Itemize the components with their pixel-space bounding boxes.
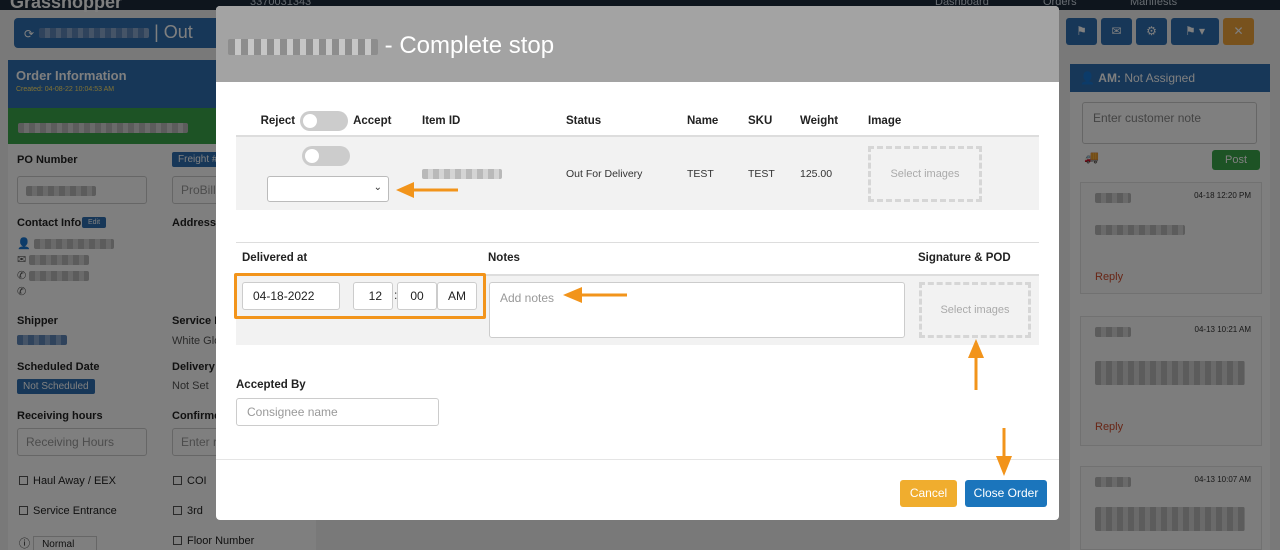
modal-footer-divider bbox=[216, 459, 1059, 460]
accept-cell: ⌄ bbox=[236, 136, 416, 210]
reject-label: Reject bbox=[260, 114, 296, 127]
reject-reason-select[interactable]: ⌄ bbox=[267, 175, 389, 202]
consignee-name-input[interactable]: Consignee name bbox=[236, 398, 439, 426]
notes-header: Notes bbox=[482, 242, 912, 276]
accept-label: Accept bbox=[353, 114, 392, 127]
close-order-button[interactable]: Close Order bbox=[965, 480, 1047, 507]
sku-header: SKU bbox=[742, 106, 794, 137]
reject-accept-header: Reject Accept bbox=[236, 106, 416, 137]
item-image-dropzone[interactable]: Select images bbox=[868, 145, 982, 202]
modal-header: - Complete stop bbox=[216, 6, 1059, 82]
delivered-date-field[interactable]: 04-18-2022 bbox=[242, 282, 340, 310]
item-accept-toggle[interactable] bbox=[302, 145, 350, 166]
hour-field[interactable]: 12 bbox=[353, 282, 393, 310]
ampm-field[interactable]: AM bbox=[437, 282, 477, 310]
status-cell: Out For Delivery bbox=[566, 167, 643, 180]
status-header: Status bbox=[560, 106, 681, 137]
image-header: Image bbox=[862, 106, 1039, 137]
cancel-button[interactable]: Cancel bbox=[900, 480, 957, 507]
modal-title: - Complete stop bbox=[384, 32, 555, 59]
redacted-stop-name bbox=[228, 38, 378, 55]
name-header: Name bbox=[681, 106, 742, 137]
delivered-at-header: Delivered at bbox=[236, 242, 482, 276]
table-row: ⌄ Out For Delivery TEST TEST 125.00 Sele… bbox=[236, 136, 1039, 210]
items-table: Reject Accept Item ID Status Name SKU We… bbox=[236, 106, 1039, 210]
name-cell: TEST bbox=[687, 167, 714, 180]
item-id-header: Item ID bbox=[416, 106, 560, 137]
item-id-cell bbox=[416, 136, 560, 210]
signature-pod-dropzone[interactable]: Select images bbox=[919, 282, 1031, 338]
complete-stop-modal: - Complete stop Reject Accept Item ID St… bbox=[216, 6, 1059, 520]
chevron-down-icon: ⌄ bbox=[373, 181, 382, 193]
weight-cell: 125.00 bbox=[800, 167, 833, 180]
accepted-by-label: Accepted By bbox=[236, 379, 306, 391]
weight-header: Weight bbox=[794, 106, 862, 137]
image-cell: Select images bbox=[862, 136, 1039, 210]
minute-field[interactable]: 00 bbox=[397, 282, 437, 310]
signature-pod-header: Signature & POD bbox=[912, 242, 1039, 276]
notes-textarea[interactable]: Add notes bbox=[489, 282, 905, 338]
accept-all-toggle[interactable] bbox=[300, 110, 349, 131]
sku-cell: TEST bbox=[748, 167, 775, 180]
